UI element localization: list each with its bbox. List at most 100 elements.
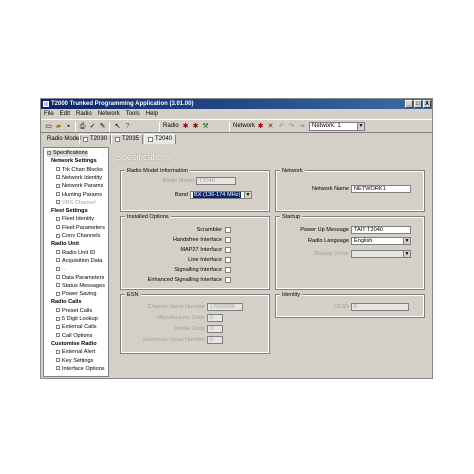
- tree-item-label: Network Identity: [62, 174, 103, 181]
- tree-item[interactable]: Conv Channels: [56, 233, 100, 240]
- tree-item[interactable]: Hunting Params: [56, 192, 102, 199]
- tree-item[interactable]: Key Settings: [56, 358, 93, 365]
- tree-item[interactable]: Fleet Settings: [51, 208, 88, 215]
- tree-node-icon: [56, 175, 60, 180]
- band-select[interactable]: BX (136-174 MHz) ▼: [190, 191, 252, 199]
- radio-model-row: Radio Model: [122, 177, 194, 185]
- tree-node-icon: [56, 283, 60, 288]
- option-checkbox[interactable]: [225, 237, 231, 243]
- tree-item[interactable]: Network Settings: [51, 158, 97, 165]
- chevron-down-icon[interactable]: ▼: [403, 238, 410, 244]
- tree-node-icon: [56, 225, 60, 230]
- network-name-input[interactable]: NETWORK1: [351, 185, 411, 193]
- band-value: BX (136-174 MHz): [193, 192, 242, 198]
- close-button[interactable]: X: [423, 100, 431, 108]
- menu-file[interactable]: File: [44, 109, 54, 119]
- tree-item[interactable]: Data Parameters: [56, 275, 104, 282]
- tree-item[interactable]: Power Saving: [56, 291, 97, 298]
- toolbar-separator: [109, 122, 110, 132]
- tree-item[interactable]: Fleet Parameters: [56, 225, 105, 232]
- option-checkbox[interactable]: [225, 257, 231, 263]
- tree-item[interactable]: Network Identity: [56, 175, 102, 182]
- tab-t2030[interactable]: T2030: [79, 134, 112, 144]
- tree-node-icon: [56, 366, 60, 371]
- tree-item-label: Fleet Parameters: [62, 224, 105, 231]
- tree-item-label: Conv Channels: [62, 233, 101, 239]
- tree-item[interactable]: Status Messages: [56, 283, 105, 290]
- tree-node-icon: [56, 258, 60, 263]
- read-radio-icon[interactable]: ✱: [181, 122, 190, 131]
- network-select[interactable]: Network: 1 ▼: [309, 122, 365, 131]
- tree-item[interactable]: Network Params: [56, 183, 103, 190]
- edit-icon[interactable]: ✎: [98, 122, 107, 131]
- tree-item[interactable]: Radio Calls: [51, 299, 81, 306]
- tree-item-label: Acquisition Data: [62, 257, 103, 264]
- power-up-message-input[interactable]: TAIT T2040: [351, 226, 411, 234]
- tree-item[interactable]: Radio Unit ID: [56, 250, 95, 257]
- tree-item[interactable]: Customise Radio: [51, 341, 97, 348]
- tree-node-icon: [56, 183, 60, 188]
- tree-node-icon: [56, 349, 60, 354]
- tree-item[interactable]: ...: [56, 266, 67, 273]
- radio-language-select[interactable]: English ▼: [351, 237, 411, 245]
- tree-item[interactable]: External Calls: [56, 324, 97, 331]
- option-label: Signalling Interface: [174, 267, 222, 273]
- option-checkbox[interactable]: [225, 227, 231, 233]
- chevron-down-icon[interactable]: ▼: [357, 123, 364, 130]
- menu-tools[interactable]: Tools: [126, 109, 140, 119]
- radio-model-field: T2040: [196, 177, 236, 185]
- tree-item[interactable]: Fleet Identity: [56, 216, 94, 223]
- tree-item[interactable]: 5 Digit Lookup: [56, 316, 98, 323]
- tree-item[interactable]: Call Options: [56, 333, 92, 340]
- new-file-icon[interactable]: ▭: [44, 122, 53, 131]
- tree-item[interactable]: Trk Chan Blocks: [56, 167, 103, 174]
- minimize-button[interactable]: _: [405, 100, 413, 108]
- tree-item-label: External Alert: [62, 349, 96, 356]
- tab-t2035[interactable]: T2035: [111, 134, 144, 144]
- menu-edit[interactable]: Edit: [60, 109, 70, 119]
- network-delete-icon[interactable]: ✕: [266, 122, 275, 131]
- tree-item[interactable]: Specifications: [47, 150, 88, 157]
- save-icon[interactable]: ▪: [64, 122, 73, 131]
- tree-item[interactable]: External Alert: [56, 349, 95, 356]
- network-copy-icon[interactable]: ⇥: [297, 122, 306, 131]
- chevron-down-icon[interactable]: ▼: [244, 192, 251, 198]
- radio-tools-icon[interactable]: ⚒: [201, 122, 210, 131]
- option-checkbox[interactable]: [225, 267, 231, 273]
- tree-item-label: Power Saving: [62, 291, 97, 298]
- option-checkbox[interactable]: [225, 247, 231, 253]
- network-add-icon[interactable]: ✱: [256, 122, 265, 131]
- option-row: Signalling Interface: [122, 266, 222, 274]
- program-radio-icon[interactable]: ✱: [191, 122, 200, 131]
- maximize-button[interactable]: □: [414, 100, 422, 108]
- page-title: Specifications: [116, 152, 172, 162]
- network-next-icon[interactable]: ↷: [287, 122, 296, 131]
- print-icon[interactable]: ⎙: [78, 122, 87, 131]
- checkbox-icon: [115, 137, 120, 142]
- title-bar[interactable]: T2000 Trunked Programming Application (3…: [41, 99, 432, 109]
- context-help-icon[interactable]: ↖: [113, 122, 122, 131]
- menu-network[interactable]: Network: [98, 109, 120, 119]
- option-checkbox[interactable]: [225, 277, 231, 283]
- network-prev-icon[interactable]: ↶: [277, 122, 286, 131]
- open-folder-icon[interactable]: ▰: [54, 122, 63, 131]
- help-icon[interactable]: ?: [123, 122, 132, 131]
- menu-radio[interactable]: Radio: [76, 109, 92, 119]
- tab-t2040[interactable]: T2040: [144, 134, 177, 144]
- tree-item[interactable]: Preset Calls: [56, 308, 92, 315]
- tree-node-icon: [56, 216, 60, 221]
- option-row: Enhanced Signalling Interface: [122, 276, 222, 284]
- menu-help[interactable]: Help: [146, 109, 158, 119]
- tree-item-label: Data Parameters: [62, 274, 105, 281]
- check-icon[interactable]: ✓: [88, 122, 97, 131]
- checkbox-icon: [83, 137, 88, 142]
- group-title: Identity: [280, 292, 303, 298]
- band-label: Band: [174, 192, 188, 198]
- option-label: Line Interface: [188, 257, 222, 263]
- tree-item[interactable]: VBS Channel: [56, 200, 96, 207]
- language-row: Radio Language: [277, 237, 349, 245]
- tree-item[interactable]: Interface Options: [56, 366, 105, 373]
- app-icon: [43, 101, 49, 107]
- tree-item[interactable]: Acquisition Data: [56, 258, 102, 265]
- tree-item[interactable]: Radio Unit: [51, 241, 79, 248]
